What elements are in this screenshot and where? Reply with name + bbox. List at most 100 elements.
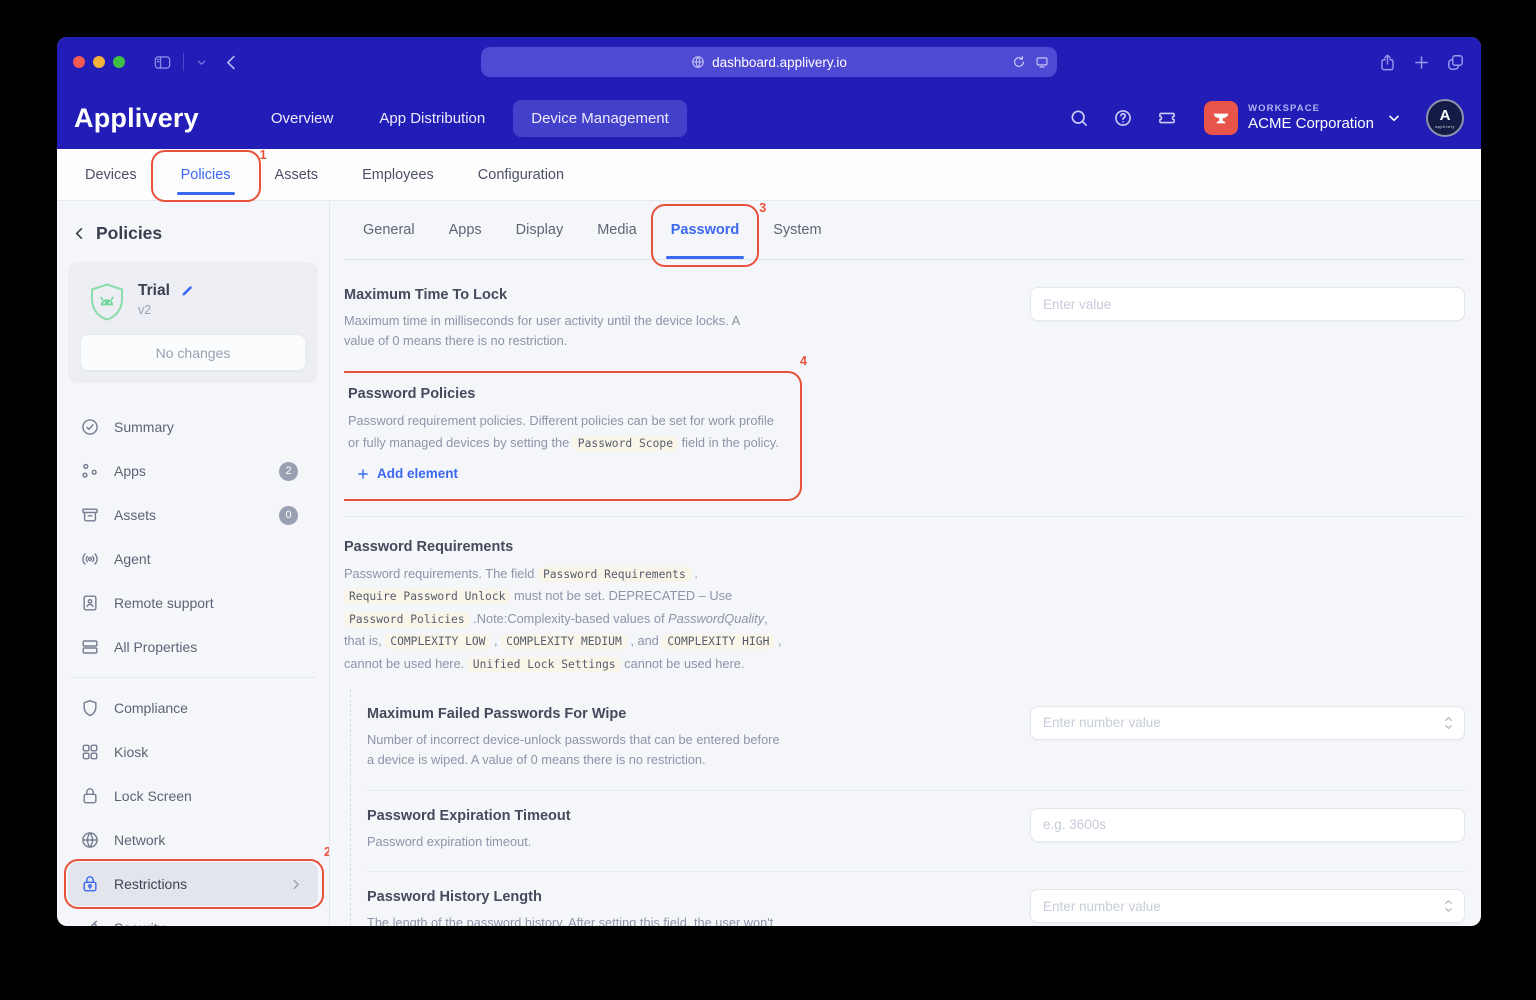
requirements-fields: Maximum Failed Passwords For WipeNumber … bbox=[350, 689, 1465, 926]
password-history-length-input[interactable] bbox=[1030, 889, 1465, 923]
share-icon[interactable] bbox=[1378, 53, 1397, 72]
sidebar-item-apps[interactable]: Apps2 bbox=[68, 449, 318, 493]
no-changes-button[interactable]: No changes bbox=[80, 334, 306, 371]
primary-nav-app-distribution[interactable]: App Distribution bbox=[361, 100, 503, 137]
search-icon[interactable] bbox=[1062, 101, 1096, 135]
network-icon bbox=[80, 830, 100, 850]
help-icon[interactable] bbox=[1106, 101, 1140, 135]
sidebar-item-security[interactable]: Security bbox=[68, 906, 318, 926]
assets-icon bbox=[80, 505, 100, 525]
primary-nav-overview[interactable]: Overview bbox=[253, 100, 352, 137]
toolbar-divider bbox=[183, 53, 184, 71]
tab-overview-icon[interactable] bbox=[1446, 53, 1465, 72]
sidebar-item-network[interactable]: Network bbox=[68, 818, 318, 862]
primary-nav-device-management[interactable]: Device Management bbox=[513, 100, 687, 137]
field-row-password-history-length: Password History LengthThe length of the… bbox=[367, 871, 1465, 926]
ticket-icon[interactable] bbox=[1150, 101, 1184, 135]
field-description: Password expiration timeout. bbox=[367, 832, 787, 852]
workspace-switcher[interactable]: WORKSPACE ACME Corporation bbox=[1204, 101, 1402, 135]
edit-pencil-icon[interactable] bbox=[180, 284, 194, 298]
user-avatar[interactable]: A applivery bbox=[1426, 99, 1464, 137]
restrictions-icon bbox=[80, 874, 100, 894]
sidebar-item-label: Kiosk bbox=[114, 744, 148, 760]
number-stepper[interactable] bbox=[1441, 897, 1456, 915]
sidebar-item-label: Apps bbox=[114, 463, 146, 479]
reader-view-icon[interactable] bbox=[1035, 55, 1049, 69]
reload-icon[interactable] bbox=[1012, 55, 1026, 69]
code-chip: Unified Lock Settings bbox=[468, 657, 621, 672]
count-badge: 0 bbox=[279, 506, 298, 525]
sidebar-back-label: Policies bbox=[96, 223, 162, 244]
maximum-failed-passwords-for-wipe-input[interactable] bbox=[1030, 706, 1465, 740]
sidebar-item-agent[interactable]: Agent bbox=[68, 537, 318, 581]
code-chip: Password Requirements bbox=[538, 567, 691, 582]
browser-window: dashboard.applivery.io Applive bbox=[57, 37, 1481, 926]
password-requirements-section: Password Requirements Password requireme… bbox=[344, 517, 1465, 926]
tab-label: Apps bbox=[449, 222, 482, 238]
policy-main-panel: General Apps Display MediaPassword3 System M… bbox=[330, 201, 1481, 926]
sidebar-item-compliance[interactable]: Compliance bbox=[68, 686, 318, 730]
code-chip: Password Scope bbox=[573, 436, 678, 451]
zoom-window-button[interactable] bbox=[113, 56, 125, 68]
sidebar-item-kiosk[interactable]: Kiosk bbox=[68, 730, 318, 774]
minimize-window-button[interactable] bbox=[93, 56, 105, 68]
subnav-item-policies[interactable]: Policies1 bbox=[159, 149, 253, 200]
subnav-item-configuration[interactable]: Configuration bbox=[456, 149, 586, 200]
subnav-item-assets[interactable]: Assets bbox=[253, 149, 341, 200]
back-to-policies[interactable]: Policies bbox=[68, 223, 318, 262]
code-chip: Require Password Unlock bbox=[344, 589, 510, 604]
chevron-right-icon bbox=[286, 877, 306, 892]
workspace-logo-icon bbox=[1204, 101, 1238, 135]
chevron-down-icon[interactable] bbox=[192, 49, 210, 75]
sidebar-item-restrictions[interactable]: Restrictions2 bbox=[68, 862, 318, 906]
new-tab-icon[interactable] bbox=[1412, 53, 1431, 72]
close-window-button[interactable] bbox=[73, 56, 85, 68]
policy-sidebar: Policies Trial bbox=[57, 201, 330, 926]
subnav-item-employees[interactable]: Employees bbox=[340, 149, 456, 200]
subnav-item-devices[interactable]: Devices bbox=[63, 149, 159, 200]
sidebar-item-assets[interactable]: Assets0 bbox=[68, 493, 318, 537]
back-icon[interactable] bbox=[218, 49, 244, 75]
max-time-to-lock-input[interactable] bbox=[1030, 287, 1465, 321]
sidebar-item-summary[interactable]: Summary bbox=[68, 405, 318, 449]
section-title: Password Requirements bbox=[344, 539, 789, 555]
number-stepper[interactable] bbox=[1441, 714, 1456, 732]
tab-media[interactable]: Media bbox=[580, 201, 654, 259]
android-shield-icon bbox=[88, 282, 126, 324]
applivery-logo[interactable]: Applivery bbox=[74, 103, 199, 134]
sidebar-item-label: Summary bbox=[114, 419, 174, 435]
subnav-label: Policies bbox=[181, 167, 231, 183]
primary-nav: OverviewApp Distribution Device Managemen… bbox=[253, 100, 687, 137]
sidebar-item-remote-support[interactable]: Remote support bbox=[68, 581, 318, 625]
sidebar-item-lock-screen[interactable]: Lock Screen bbox=[68, 774, 318, 818]
password-policies-section: 4 Password Policies Password requirement… bbox=[344, 371, 802, 501]
security-icon bbox=[80, 918, 100, 926]
annotation-ring bbox=[64, 859, 324, 909]
traffic-lights bbox=[73, 56, 125, 68]
sidebar-item-label: Network bbox=[114, 832, 165, 848]
subnav-label: Assets bbox=[275, 167, 319, 183]
subnav-label: Devices bbox=[85, 167, 137, 183]
tab-display[interactable]: Display bbox=[499, 201, 581, 259]
tab-system[interactable]: System bbox=[756, 201, 838, 259]
add-element-button[interactable]: Add element bbox=[356, 466, 458, 481]
field-row-maximum-failed-passwords-for-wipe: Maximum Failed Passwords For WipeNumber … bbox=[367, 689, 1465, 790]
sidebar-divider bbox=[70, 677, 316, 678]
sidebar-item-all-properties[interactable]: All Properties bbox=[68, 625, 318, 669]
sidebar-menu: Summary Apps2Assets0Agent Remote support Al… bbox=[68, 405, 318, 926]
compliance-icon bbox=[80, 698, 100, 718]
tab-label: System bbox=[773, 222, 821, 238]
tab-password[interactable]: Password3 bbox=[654, 201, 757, 259]
url-bar[interactable]: dashboard.applivery.io bbox=[481, 47, 1057, 77]
tab-label: Display bbox=[516, 222, 564, 238]
field-title: Maximum Time To Lock bbox=[344, 287, 769, 303]
section-description: Password requirements. The field Passwor… bbox=[344, 563, 789, 675]
apps-icon bbox=[80, 461, 100, 481]
section-title: Password Policies bbox=[348, 386, 786, 402]
password-expiration-timeout-input[interactable] bbox=[1030, 808, 1465, 842]
sidebar-item-label: Remote support bbox=[114, 595, 214, 611]
tab-apps[interactable]: Apps bbox=[432, 201, 499, 259]
tab-general[interactable]: General bbox=[346, 201, 432, 259]
plus-icon bbox=[356, 467, 370, 481]
sidebar-toggle-icon[interactable] bbox=[149, 49, 175, 75]
